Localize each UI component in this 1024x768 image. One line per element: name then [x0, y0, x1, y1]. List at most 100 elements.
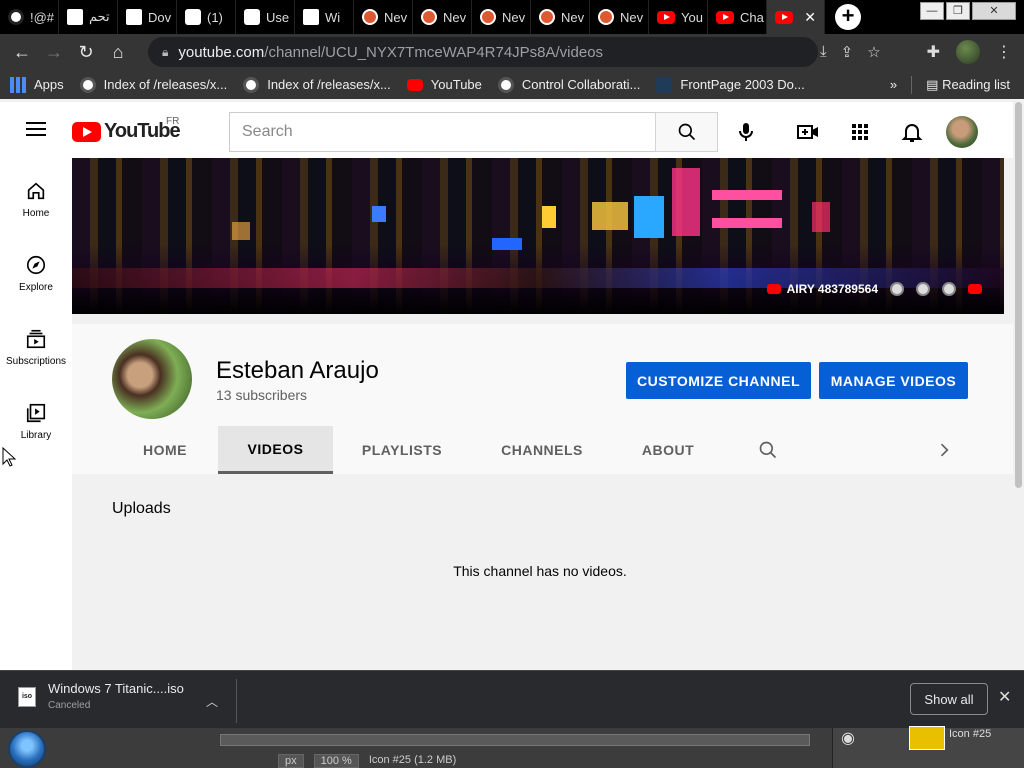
maximize-icon[interactable]: ❐	[946, 2, 970, 20]
banner-light	[372, 206, 386, 222]
close-window-icon[interactable]: ✕	[972, 2, 1016, 20]
banner-light	[712, 190, 782, 200]
globe-icon[interactable]	[916, 282, 930, 296]
image-status-bar: px 100 % Icon #25 (1.2 MB)	[278, 754, 456, 768]
globe-icon	[8, 9, 24, 25]
star-icon[interactable]: ☆	[867, 43, 880, 61]
reading-list-button[interactable]: ▤ Reading list	[926, 77, 1010, 93]
windows-start-icon[interactable]	[8, 730, 46, 768]
hamburger-menu-icon[interactable]	[26, 122, 46, 136]
share-icon[interactable]: ⇪	[841, 43, 854, 61]
browser-toolbar: ← → ↻ ⌂ 🔒︎ youtube.com/channel/UCU_NYX7T…	[0, 34, 1024, 70]
guide-item-home[interactable]: Home	[0, 158, 72, 232]
chevron-right-icon	[940, 443, 949, 457]
zoom-select[interactable]: 100 %	[313, 754, 359, 768]
browser-tab[interactable]: !@#	[0, 0, 59, 34]
tab-title: Nev	[561, 9, 585, 25]
new-tab-button[interactable]: +	[835, 4, 861, 30]
address-bar[interactable]: 🔒︎ youtube.com/channel/UCU_NYX7TmceWAP4R…	[148, 37, 818, 67]
bookmark-item[interactable]: Index of /releases/x...	[243, 76, 391, 93]
bookmarks-overflow-icon[interactable]: »	[890, 77, 897, 92]
bookmark-apps[interactable]: Apps	[10, 76, 64, 93]
tab-channels[interactable]: CHANNELS	[471, 426, 613, 474]
banner-links: AIRY 483789564	[766, 282, 982, 296]
browser-tab[interactable]: تحم	[59, 0, 118, 34]
home-icon[interactable]: ⌂	[102, 42, 134, 63]
youtube-logo[interactable]: YouTube FR	[72, 116, 181, 143]
unit-select[interactable]: px	[278, 754, 304, 768]
tab-home[interactable]: HOME	[112, 426, 218, 474]
tab-about[interactable]: ABOUT	[613, 426, 723, 474]
mouse-cursor-icon	[2, 447, 16, 467]
bookmark-item[interactable]: Index of /releases/x...	[79, 76, 227, 93]
profile-avatar[interactable]	[956, 40, 980, 64]
banner-light	[812, 202, 830, 232]
browser-tab[interactable]: Use	[236, 0, 295, 34]
voice-search-button[interactable]	[734, 120, 758, 149]
frontpage-icon	[656, 76, 673, 93]
youtube-play-icon	[72, 121, 101, 142]
horizontal-scrollbar[interactable]	[220, 734, 810, 746]
create-video-icon[interactable]	[796, 120, 820, 144]
browser-tab-active[interactable]: ✕	[767, 0, 825, 34]
image-status-text: Icon #25 (1.2 MB)	[368, 754, 457, 766]
page-scrollbar[interactable]	[1013, 102, 1024, 670]
manage-videos-button[interactable]: MANAGE VIDEOS	[819, 362, 968, 399]
apps-grid-icon	[10, 76, 26, 93]
forward-icon[interactable]: →	[38, 42, 70, 63]
channel-search-button[interactable]	[758, 440, 778, 465]
close-icon[interactable]: ✕	[804, 9, 816, 26]
search-icon	[759, 441, 777, 459]
browser-tab[interactable]: Dov	[118, 0, 177, 34]
youtube-icon[interactable]	[968, 284, 982, 294]
guide-item-subscriptions[interactable]: Subscriptions	[0, 306, 72, 380]
bookmark-item[interactable]: Control Collaborati...	[497, 76, 640, 93]
install-icon[interactable]: ⤓	[820, 43, 827, 61]
banner-link[interactable]: AIRY 483789564	[766, 282, 878, 296]
duckduckgo-icon	[598, 9, 614, 25]
browser-tab[interactable]: Wi	[295, 0, 354, 34]
face-icon	[126, 9, 142, 25]
back-icon[interactable]: ←	[6, 42, 38, 63]
globe-icon[interactable]	[942, 282, 956, 296]
eye-icon[interactable]: ◉	[841, 728, 855, 748]
notifications-bell-icon[interactable]	[900, 120, 924, 144]
browser-tab[interactable]: Nev	[413, 0, 472, 34]
guide-item-library[interactable]: Library	[0, 380, 72, 454]
guide-item-explore[interactable]: Explore	[0, 232, 72, 306]
show-all-button[interactable]: Show all	[910, 683, 988, 715]
browser-tab[interactable]: Nev	[354, 0, 413, 34]
browser-tab[interactable]: Nev	[472, 0, 531, 34]
tabs-next-button[interactable]	[934, 440, 954, 465]
browser-tab[interactable]: Nev	[590, 0, 649, 34]
browser-tab[interactable]: You	[649, 0, 708, 34]
close-icon[interactable]: ✕	[998, 687, 1011, 707]
extensions-icon[interactable]: ✚	[927, 42, 940, 62]
scrollbar-thumb[interactable]	[1015, 102, 1022, 488]
tab-videos[interactable]: VIDEOS	[218, 426, 333, 474]
menu-kebab-icon[interactable]: ⋮	[996, 42, 1012, 62]
channel-avatar[interactable]	[112, 339, 192, 419]
download-item[interactable]: iso Windows 7 Titanic....iso Canceled	[18, 681, 184, 711]
subscriptions-icon	[26, 329, 46, 349]
customize-channel-button[interactable]: CUSTOMIZE CHANNEL	[626, 362, 811, 399]
chevron-up-icon[interactable]: ︿	[206, 693, 218, 710]
globe-icon[interactable]	[890, 282, 904, 296]
bookmark-label: FrontPage 2003 Do...	[680, 77, 805, 92]
reload-icon[interactable]: ↻	[70, 42, 102, 63]
browser-tab[interactable]: (1)	[177, 0, 236, 34]
tab-playlists[interactable]: PLAYLISTS	[333, 426, 471, 474]
search-input[interactable]: Search	[229, 112, 656, 152]
browser-tab[interactable]: Nev	[531, 0, 590, 34]
bookmark-item[interactable]: YouTube	[406, 77, 482, 92]
apps-grid-icon[interactable]	[848, 120, 872, 144]
account-avatar[interactable]	[946, 116, 978, 148]
drive-icon	[244, 9, 260, 25]
browser-tab[interactable]: Cha	[708, 0, 767, 34]
search-button[interactable]	[655, 112, 718, 152]
bookmark-label: YouTube	[430, 77, 482, 92]
bookmark-label: Index of /releases/x...	[267, 77, 391, 92]
layer-thumbnail[interactable]	[909, 726, 945, 750]
bookmark-item[interactable]: FrontPage 2003 Do...	[656, 76, 805, 93]
minimize-icon[interactable]: —	[920, 2, 944, 20]
